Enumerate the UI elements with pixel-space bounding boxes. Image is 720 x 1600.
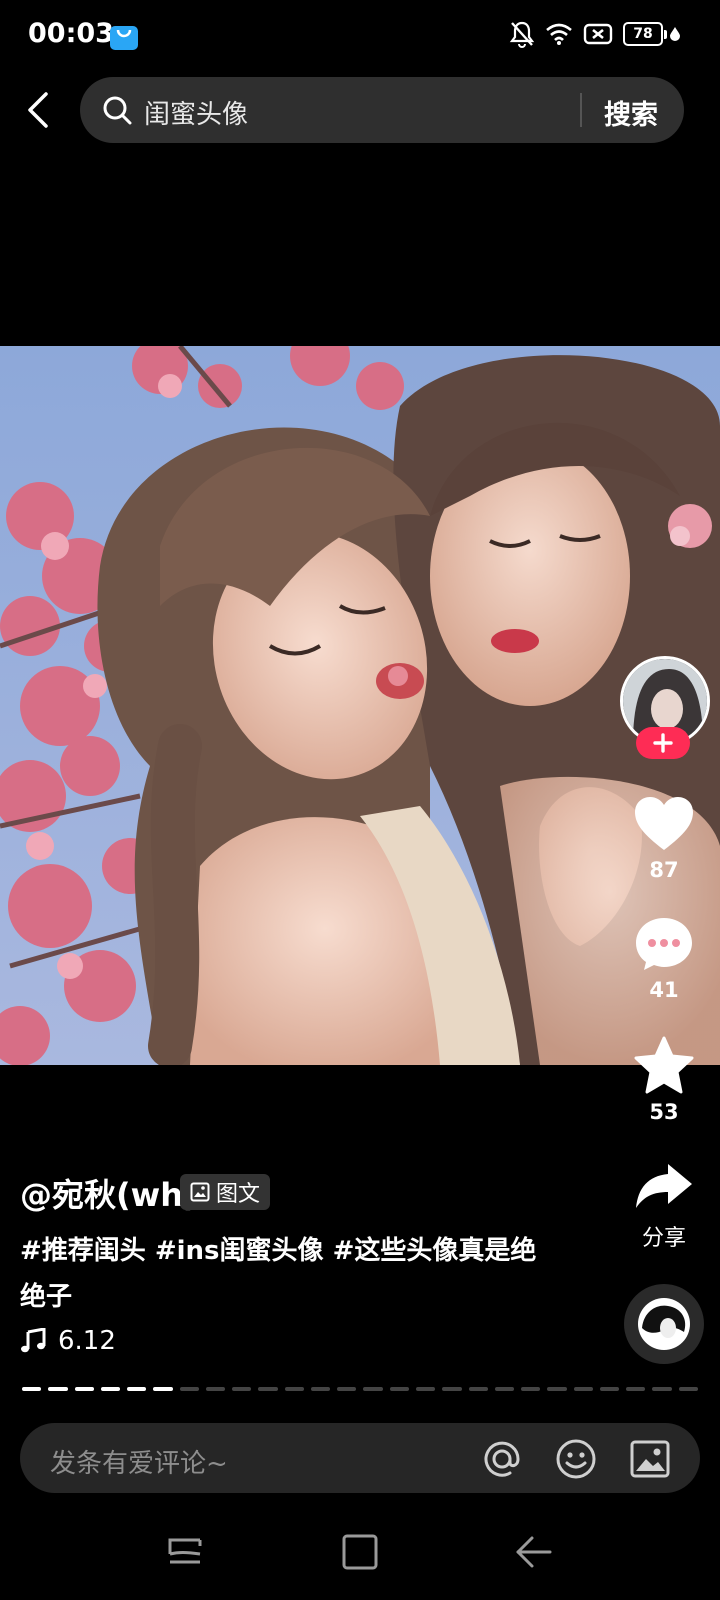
music-disc[interactable] [624, 1284, 704, 1364]
comment-bar[interactable]: 发条有爱评论~ [20, 1423, 700, 1493]
image-text-icon [190, 1182, 210, 1202]
music-cover [638, 1298, 690, 1350]
star-icon [634, 1036, 694, 1094]
progress-segment [232, 1387, 252, 1391]
battery-level: 78 [623, 22, 663, 46]
music-note-icon [21, 1328, 46, 1353]
home-icon[interactable] [340, 1532, 380, 1572]
recents-icon[interactable] [166, 1532, 206, 1572]
progress-segment [626, 1387, 646, 1391]
progress-segment [74, 1387, 94, 1391]
progress-segment [179, 1387, 199, 1391]
author-name[interactable]: @宛秋(wh) [20, 1170, 198, 1216]
search-button[interactable]: 搜索 [604, 93, 658, 132]
search-bar[interactable]: 闺蜜头像 搜索 [80, 77, 684, 143]
progress-segment [127, 1387, 147, 1391]
progress-segment [389, 1387, 409, 1391]
progress-segment [547, 1387, 567, 1391]
progress-segment [468, 1387, 488, 1391]
comment-input[interactable]: 发条有爱评论~ [50, 1443, 228, 1480]
favorite-count: 53 [649, 1100, 679, 1124]
post-type-chip: 图文 [180, 1174, 271, 1210]
mention-icon[interactable] [480, 1437, 524, 1481]
status-icons: 78 [509, 20, 680, 48]
progress-segment [100, 1387, 121, 1391]
progress-segment [258, 1387, 278, 1391]
progress-segment [153, 1387, 173, 1391]
progress-segment [494, 1387, 515, 1391]
plus-icon [653, 733, 673, 753]
post-description[interactable]: #推荐闺头 #ins闺蜜头像 #这些头像真是绝绝子 [20, 1228, 540, 1320]
favorite-button[interactable]: 53 [618, 1036, 710, 1124]
share-button[interactable]: 分享 [618, 1162, 710, 1252]
post-image[interactable] [0, 346, 720, 1065]
wifi-icon [546, 23, 572, 45]
heart-icon [635, 797, 693, 850]
bell-muted-icon [509, 21, 535, 48]
progress-segment [205, 1387, 226, 1391]
back-button[interactable] [22, 90, 62, 130]
progress-segment [521, 1387, 541, 1391]
post-photo [0, 346, 720, 1065]
follow-button[interactable] [636, 727, 690, 759]
charging-icon [670, 27, 680, 41]
status-time: 00:03 [28, 18, 114, 49]
progress-segment [284, 1387, 304, 1391]
progress-segment [442, 1387, 462, 1391]
no-sim-icon [583, 23, 613, 45]
search-divider [580, 93, 582, 127]
like-count: 87 [649, 858, 679, 882]
status-bar: 00:03 78 [0, 0, 720, 72]
share-label: 分享 [641, 1226, 686, 1251]
comment-button[interactable]: 41 [618, 916, 710, 1002]
system-nav-bar [0, 1510, 720, 1600]
image-picker-icon[interactable] [628, 1437, 672, 1481]
comment-count: 41 [649, 978, 679, 1002]
progress-segment [599, 1387, 620, 1391]
comment-icon [636, 918, 692, 970]
like-button[interactable]: 87 [618, 796, 710, 882]
shopping-bag-icon [110, 26, 138, 50]
nav-back-icon[interactable] [514, 1532, 554, 1572]
music-title: 6.12 [58, 1326, 116, 1356]
search-icon [103, 96, 132, 125]
progress-segment [678, 1387, 698, 1391]
progress-segment [310, 1387, 331, 1391]
progress-segment [573, 1387, 593, 1391]
progress-segment [363, 1387, 383, 1391]
progress-segment [48, 1387, 68, 1391]
music-cover-image [642, 1305, 686, 1338]
music-info[interactable]: 6.12 [20, 1326, 116, 1356]
progress-segment [415, 1387, 436, 1391]
progress-segment [337, 1387, 357, 1391]
emoji-icon[interactable] [554, 1437, 598, 1481]
share-arrow-icon [636, 1164, 692, 1208]
page-progress [22, 1387, 698, 1391]
search-input[interactable]: 闺蜜头像 [144, 94, 248, 131]
progress-segment [22, 1387, 42, 1391]
battery-indicator: 78 [623, 22, 680, 46]
post-type-label: 图文 [216, 1182, 261, 1207]
progress-segment [652, 1387, 672, 1391]
